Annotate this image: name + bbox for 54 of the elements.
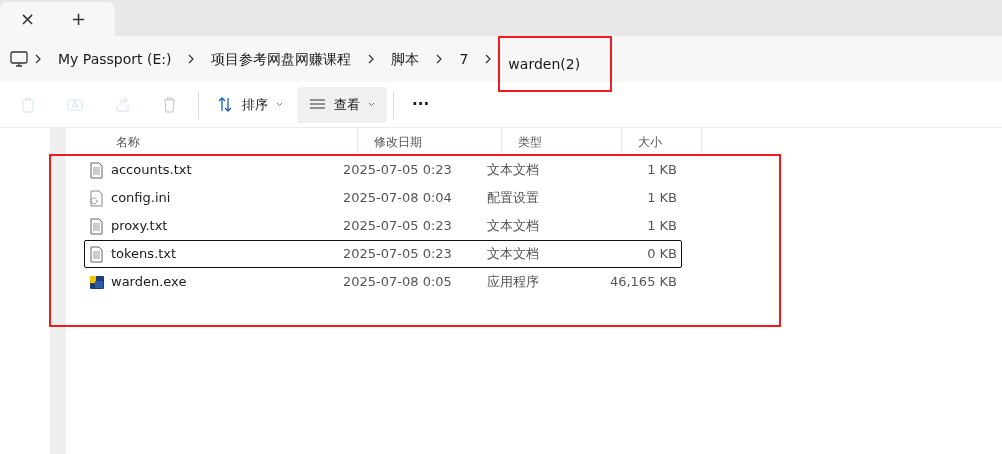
file-name: accounts.txt xyxy=(111,161,192,180)
modified-date: 2025-07-08 0:05 xyxy=(343,273,453,292)
breadcrumb-item[interactable]: My Passport (E:) xyxy=(48,44,182,74)
column-header[interactable]: 类型 xyxy=(502,129,622,155)
more-button[interactable]: ··· xyxy=(400,86,442,123)
caret-icon xyxy=(276,102,283,107)
text-file-icon xyxy=(89,245,105,263)
caret-icon xyxy=(368,102,375,107)
close-button[interactable]: × xyxy=(14,10,42,28)
file-size: 1 KB xyxy=(646,189,677,208)
sort-button[interactable]: 排序 xyxy=(205,86,295,123)
modified-date: 2025-07-05 0:23 xyxy=(343,161,453,180)
file-row[interactable]: proxy.txt 2025-07-05 0:23 文本文档 1 KB xyxy=(84,212,682,240)
modified-date: 2025-07-05 0:23 xyxy=(343,217,453,236)
column-header[interactable]: 名称 xyxy=(82,129,358,155)
modified-date: 2025-07-05 0:23 xyxy=(343,245,453,264)
chevron-icon xyxy=(34,54,42,64)
application-icon xyxy=(89,273,105,291)
file-type: 文本文档 xyxy=(487,161,540,180)
breadcrumb-item[interactable]: 脚本 xyxy=(381,44,430,74)
file-name: proxy.txt xyxy=(111,217,168,236)
view-button[interactable]: 查看 xyxy=(297,86,387,123)
column-header[interactable]: 大小 xyxy=(622,129,702,155)
new-tab-button[interactable]: + xyxy=(65,10,93,28)
file-row[interactable]: tokens.txt 2025-07-05 0:23 文本文档 0 KB xyxy=(84,240,682,268)
file-row[interactable]: accounts.txt 2025-07-05 0:23 文本文档 1 KB xyxy=(84,156,682,184)
file-size: 46,165 KB xyxy=(608,273,677,292)
sort-icon xyxy=(217,96,234,113)
settings-file-icon xyxy=(89,189,105,207)
file-type: 应用程序 xyxy=(487,273,540,292)
chevron-icon xyxy=(367,54,376,64)
file-name: warden.exe xyxy=(111,273,187,292)
file-name: config.ini xyxy=(111,189,171,208)
file-type: 文本文档 xyxy=(487,245,540,264)
chevron-icon xyxy=(187,54,196,64)
pane-splitter[interactable] xyxy=(50,128,66,454)
text-file-icon xyxy=(89,217,105,235)
text-file-icon xyxy=(89,161,105,179)
file-type: 文本文档 xyxy=(487,217,540,236)
column-header[interactable]: 修改日期 xyxy=(358,129,502,155)
breadcrumb-item[interactable]: 7 xyxy=(449,44,479,74)
file-name: tokens.txt xyxy=(111,245,177,264)
breadcrumb-item[interactable]: 项目参考网盘网赚课程 xyxy=(201,44,362,74)
file-size: 0 KB xyxy=(646,245,677,264)
file-size: 1 KB xyxy=(646,161,677,180)
chevron-icon xyxy=(484,54,493,64)
computer-icon[interactable] xyxy=(10,51,28,67)
chevron-icon xyxy=(435,54,444,64)
file-size: 1 KB xyxy=(646,217,677,236)
breadcrumb-item[interactable]: warden(2) xyxy=(498,36,613,92)
modified-date: 2025-07-08 0:04 xyxy=(343,189,453,208)
file-row[interactable]: config.ini 2025-07-08 0:04 配置设置 1 KB xyxy=(84,184,682,212)
file-type: 配置设置 xyxy=(487,189,540,208)
file-row[interactable]: warden.exe 2025-07-08 0:05 应用程序 46,165 KB xyxy=(84,268,682,296)
